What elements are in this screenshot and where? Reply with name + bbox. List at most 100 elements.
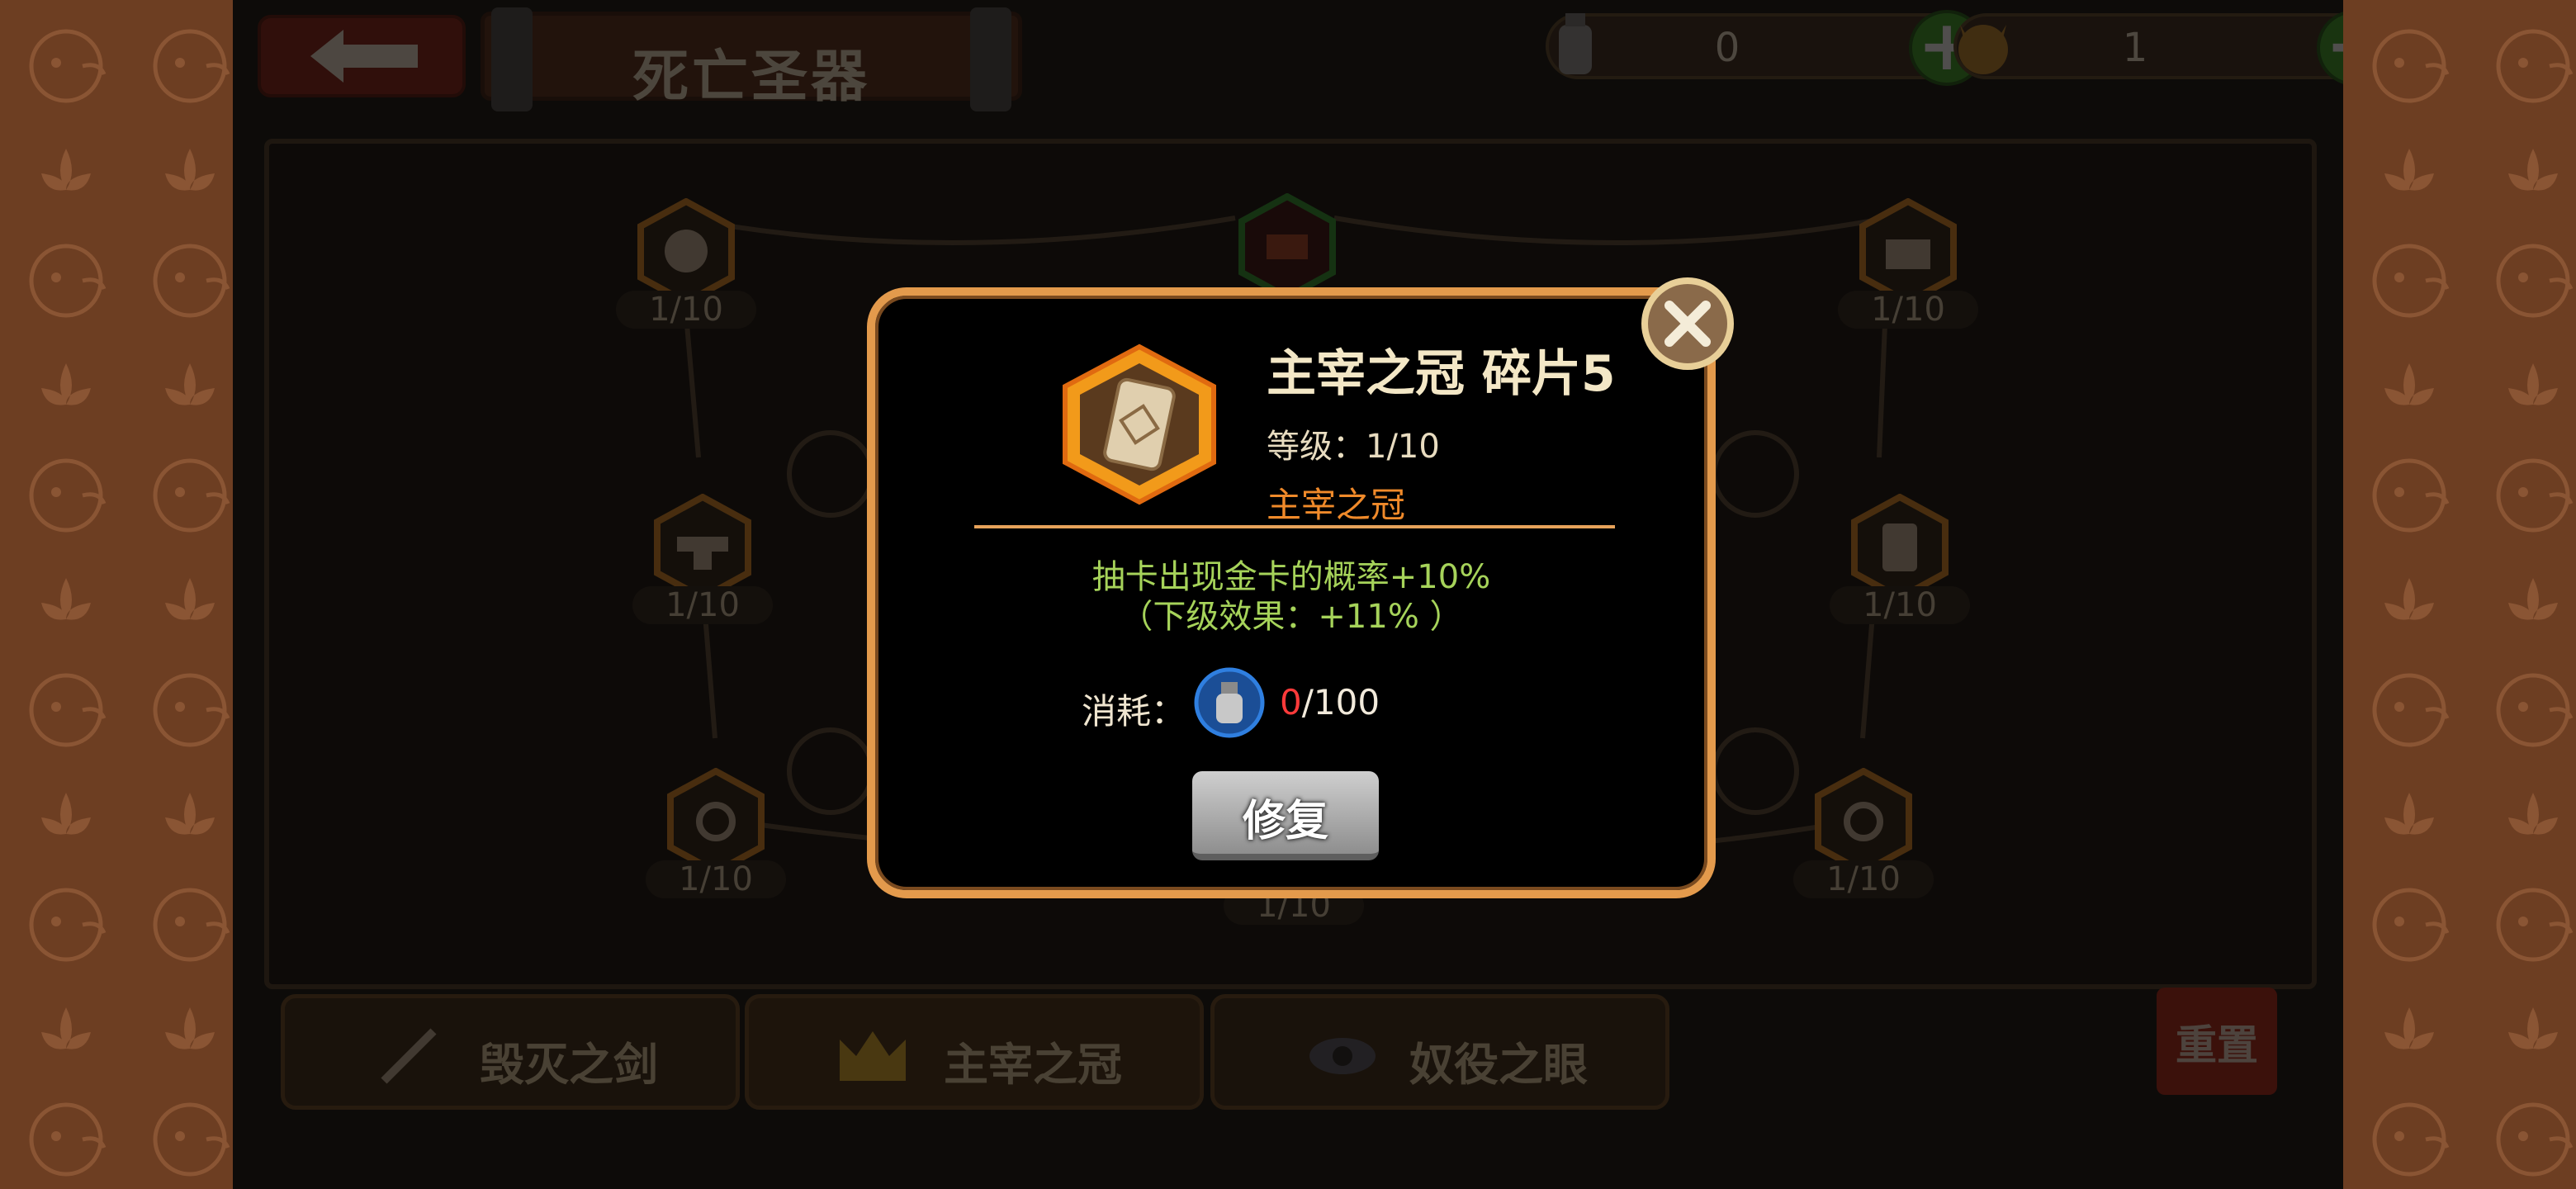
fleur-icon: [2351, 116, 2467, 231]
pig-head-icon: [132, 1082, 233, 1189]
title-plate: 死亡圣器: [481, 7, 1022, 111]
page-title: 死亡圣器: [632, 45, 870, 110]
ghost-icon: [637, 197, 735, 306]
relic-node-4[interactable]: 1/10: [632, 493, 773, 624]
add-demon-button[interactable]: +: [2317, 10, 2343, 86]
tab-eye[interactable]: 奴役之眼: [1210, 994, 1669, 1110]
tab-label: 毁灭之剑: [480, 1039, 658, 1091]
close-icon: [1664, 301, 1711, 347]
anvil-icon: [654, 493, 751, 602]
pig-head-icon: [2475, 438, 2576, 553]
left-decor-panel: [0, 0, 233, 1189]
resource-bar-demon: 1 +: [1953, 10, 2343, 86]
fleur-icon: [8, 545, 124, 661]
next-level-effect-text: （下级效果：+11% ）: [1120, 598, 1463, 636]
fleur-icon: [2351, 760, 2467, 875]
pig-head-icon: [2351, 8, 2467, 124]
pig-head-icon: [8, 652, 124, 768]
resource-bar-bottle: 0 +: [1546, 10, 1985, 86]
pig-head-icon: [2351, 223, 2467, 339]
pig-head-icon: [2351, 652, 2467, 768]
pig-head-icon: [2475, 867, 2576, 983]
back-button[interactable]: [258, 15, 466, 97]
cost-value: 0/100: [1280, 682, 1380, 722]
pig-head-icon: [8, 223, 124, 339]
node-level: 1/10: [1830, 586, 1970, 624]
pig-head-icon: [8, 8, 124, 124]
swirl-icon: [667, 767, 765, 876]
castle-icon: [1859, 197, 1957, 306]
resource-value-bottle: 0: [1714, 25, 1740, 71]
node-level: 1/10: [616, 291, 756, 329]
relic-level: 等级：1/10: [1267, 428, 1440, 466]
cost-current: 0: [1280, 682, 1302, 722]
tab-label: 奴役之眼: [1409, 1039, 1588, 1091]
tab-crown[interactable]: 主宰之冠: [745, 994, 1204, 1110]
back-arrow-icon: [310, 30, 418, 83]
fleur-icon: [8, 116, 124, 231]
fleur-icon: [8, 330, 124, 446]
fleur-icon: [132, 330, 233, 446]
pig-head-icon: [8, 1082, 124, 1189]
fleur-icon: [8, 760, 124, 875]
node-level: 1/10: [1838, 291, 1978, 329]
pig-head-icon: [2475, 8, 2576, 124]
close-button[interactable]: [1641, 277, 1734, 370]
relic-node-5[interactable]: 1/10: [1830, 493, 1970, 624]
pig-head-icon: [2475, 652, 2576, 768]
relic-name: 主宰之冠 碎片5: [1267, 345, 1616, 403]
relic-node-3[interactable]: 1/10: [1838, 197, 1978, 329]
pig-head-icon: [132, 223, 233, 339]
pig-head-icon: [2351, 1082, 2467, 1189]
fleur-icon: [2351, 330, 2467, 446]
fleur-icon: [132, 974, 233, 1090]
swirl-icon: [1815, 767, 1912, 876]
crown-icon: [840, 1031, 906, 1081]
pig-head-icon: [2475, 223, 2576, 339]
fleur-icon: [2475, 330, 2576, 446]
fleur-icon: [2475, 974, 2576, 1090]
node-level: 1/10: [646, 860, 786, 898]
cost-label: 消耗：: [1082, 691, 1186, 732]
fleur-icon: [8, 974, 124, 1090]
sword-icon: [381, 1028, 437, 1084]
pig-head-icon: [2351, 438, 2467, 553]
resource-value-demon: 1: [2122, 25, 2148, 71]
crown-icon: [1238, 192, 1336, 301]
relic-node-6[interactable]: 1/10: [646, 767, 786, 898]
relic-fragment-icon: [1063, 343, 1216, 505]
repair-label: 修复: [1242, 797, 1328, 846]
card-icon: [1851, 493, 1949, 602]
relic-set-name: 主宰之冠: [1267, 485, 1406, 525]
divider: [974, 525, 1615, 528]
cost-separator: /: [1301, 682, 1314, 722]
bottle-icon: [1194, 667, 1265, 738]
reset-button[interactable]: 重置: [2157, 988, 2277, 1095]
pig-head-icon: [132, 8, 233, 124]
eye-icon: [1309, 1038, 1376, 1074]
reset-label: 重置: [2176, 1021, 2258, 1069]
repair-button[interactable]: 修复: [1192, 771, 1379, 860]
tab-sword[interactable]: 毁灭之剑: [281, 994, 740, 1110]
fleur-icon: [2475, 760, 2576, 875]
cost-total: 100: [1313, 682, 1380, 722]
pig-head-icon: [8, 438, 124, 553]
relic-node-1[interactable]: 1/10: [616, 197, 756, 329]
fleur-icon: [2475, 116, 2576, 231]
pig-head-icon: [8, 867, 124, 983]
pig-head-icon: [2475, 1082, 2576, 1189]
pig-head-icon: [132, 867, 233, 983]
relic-node-2[interactable]: [1234, 192, 1341, 301]
pig-head-icon: [2351, 867, 2467, 983]
relic-node-8[interactable]: 1/10: [1793, 767, 1934, 898]
fleur-icon: [132, 760, 233, 875]
right-decor-panel: [2343, 0, 2576, 1189]
fleur-icon: [2351, 545, 2467, 661]
relic-node-7[interactable]: 1/10: [1224, 887, 1364, 994]
node-level: 1/10: [1793, 860, 1934, 898]
fleur-icon: [132, 116, 233, 231]
tab-label: 主宰之冠: [944, 1039, 1122, 1091]
fleur-icon: [2475, 545, 2576, 661]
pig-head-icon: [132, 438, 233, 553]
pig-head-icon: [132, 652, 233, 768]
